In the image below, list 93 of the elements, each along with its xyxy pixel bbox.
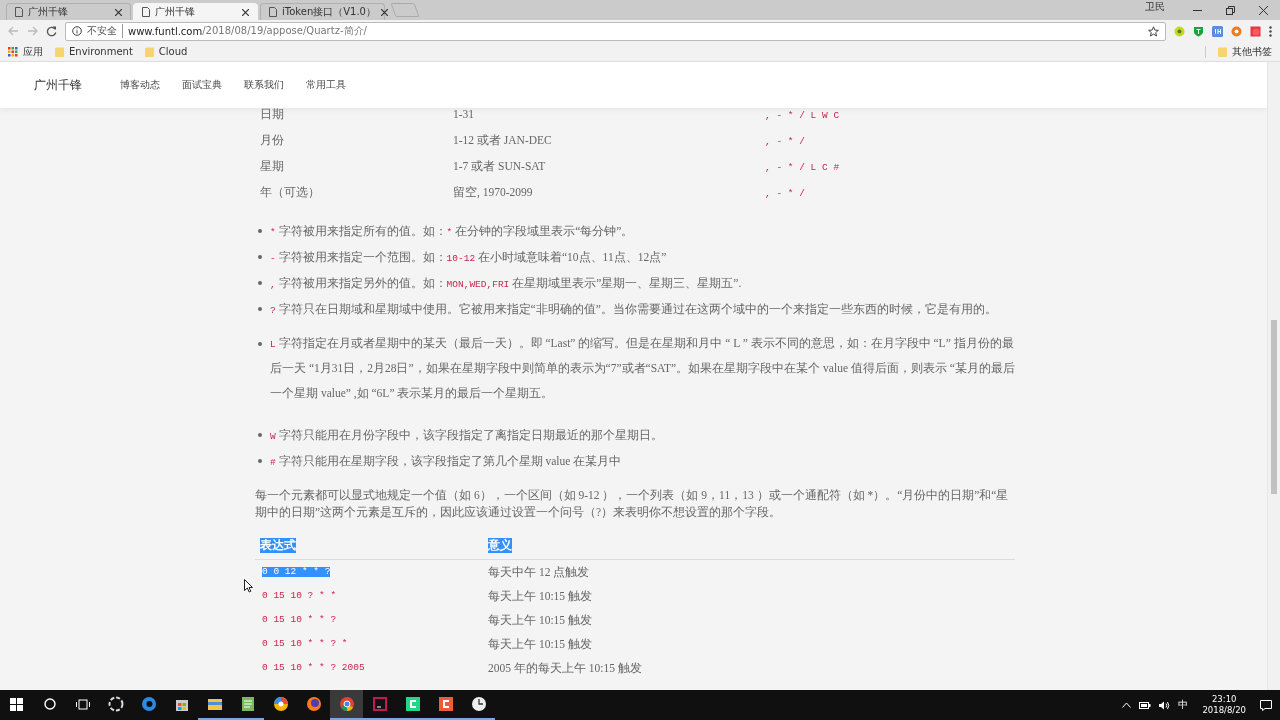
column-header: 表达式	[260, 537, 296, 553]
shield-icon[interactable]	[1193, 25, 1204, 37]
bookmark[interactable]: 应用	[8, 44, 43, 59]
table-cell: 每天上午 10:15 触发	[488, 612, 592, 628]
security-label: 不安全	[87, 24, 123, 38]
table-cell-text: 星期	[260, 158, 285, 174]
table-cell-text: 日期	[260, 106, 285, 122]
windows-logo-icon	[10, 697, 23, 711]
battery-icon[interactable]	[1139, 700, 1152, 710]
volume-icon[interactable]	[1159, 700, 1171, 710]
page-icon	[15, 7, 23, 17]
input-method-indicator[interactable]: 中	[1178, 698, 1189, 712]
clock-icon	[470, 696, 487, 712]
info-icon	[72, 26, 82, 36]
reload-icon[interactable]	[46, 25, 57, 37]
scrollbar-thumb[interactable]	[1271, 320, 1277, 494]
folder-icon	[206, 696, 223, 712]
c-letter-icon	[404, 696, 421, 712]
task-view-icon	[75, 698, 90, 710]
table-cell: 每天中午 12 点触发	[488, 564, 590, 580]
paragraph: 每一个元素都可以显式地规定一个值（如 6），一个区间（如 9-12 ），一个列表（如 9，11，13 ）或一个通配符（如 *）。“月份中的日期”和“星期中的日期”这两个元素是互斥的，因此应该通过设置一个问号（?）来表明你不想设置的那个字段。	[255, 488, 1010, 520]
table-cell-text: 1-12 或者 JAN-DEC	[453, 132, 553, 148]
extension-icon[interactable]	[1231, 25, 1242, 37]
close-icon[interactable]	[242, 8, 249, 16]
color-wheel-icon	[272, 696, 289, 712]
extension-icon[interactable]	[1250, 25, 1261, 37]
restore-icon[interactable]	[1226, 5, 1235, 15]
notification-icon[interactable]	[1260, 699, 1272, 711]
table-cell: 0 15 10 * * ? *	[262, 639, 348, 649]
table-cell: 2005 年的每天上午 10:15 触发	[488, 660, 642, 676]
close-icon[interactable]	[115, 8, 122, 16]
extension-icon[interactable]	[1174, 25, 1185, 37]
table-cell: , - * /	[765, 135, 805, 147]
table-cell-text: 1-7 或者 SUN-SAT	[453, 158, 547, 174]
close-icon[interactable]	[1259, 5, 1268, 15]
url-path: /2018/08/19/appose/Quartz-简介/	[202, 24, 367, 38]
nav-link[interactable]: 面试宝典	[182, 78, 222, 92]
browser-tab[interactable]: 广州千锋	[133, 3, 258, 20]
table-cell: 0 0 12 * * ?	[262, 567, 331, 577]
bullet-dot	[258, 342, 262, 346]
table-cell: , - * / L C #	[765, 161, 840, 173]
profile-name[interactable]: 卫民	[1145, 0, 1181, 20]
address-bar[interactable]: 不安全 www.funtl.com/2018/08/19/appose/Quartz-简介/	[65, 21, 1166, 41]
nav-link[interactable]: 博客动态	[120, 78, 160, 92]
bullet-text: * 字符被用来指定所有的值。如：* 在分钟的字段域里表示“每分钟”。	[270, 224, 634, 240]
page-icon	[269, 7, 277, 17]
bullet-text: ? 字符只在日期域和星期域中使用。它被用来指定“非明确的值”。当你需要通过在这两个域中的一个来指定一些东西的时候，它是有用的。	[270, 302, 997, 318]
url-host: www.funtl.com	[128, 25, 203, 37]
table-cell: , - * / L W C	[765, 109, 840, 121]
column-header: 意义	[488, 537, 512, 553]
close-icon[interactable]	[381, 8, 388, 16]
table-cell: 0 15 10 ? * *	[262, 591, 337, 601]
clock[interactable]: 23:10 2018/8/20	[1202, 694, 1246, 716]
chevron-up-icon[interactable]	[1122, 702, 1132, 708]
table-cell-text: 年（可选）	[260, 184, 321, 200]
bullet-text: L 字符指定在月或者星期中的某天（最后一天）。即 “Last” 的缩写。但是在星期和月中 “ L ” 表示不同的意思，如：在月字段中 “L” 指月份的最后一天 “1月31日，2月28日”，如果在星期字段中则简单的表示为“7”或者“SAT”。如果在星期字段中在某个 value 值得后面，则表示 “某月的最后一个星期 value” ,如 “6L” 表示某月的最后一个星期五。	[270, 336, 1015, 401]
table-cell: 每天上午 10:15 触发	[488, 636, 592, 652]
table-cell: 0 15 10 * * ? 2005	[262, 663, 365, 673]
table-cell: , - * /	[765, 187, 805, 199]
bullet-dot	[258, 433, 262, 437]
table-cell-text: 月份	[260, 132, 285, 148]
table-cell: 0 15 10 * * ?	[262, 615, 337, 625]
page-icon	[142, 7, 150, 17]
bullet-dot	[258, 307, 262, 311]
folder-icon	[1218, 46, 1227, 57]
bookmark[interactable]: Cloud	[144, 46, 188, 57]
browser-icon	[140, 696, 157, 712]
menu-icon[interactable]	[1269, 25, 1272, 37]
bullet-dot	[258, 255, 262, 259]
notepad-icon	[239, 696, 256, 712]
folder-icon	[144, 46, 154, 57]
other-bookmarks[interactable]: 其他书签	[1218, 44, 1272, 59]
bullet-text: # 字符只能用在星期字段，该字段指定了第几个星期 value 在某月中	[270, 454, 622, 470]
extension-icon[interactable]	[1212, 25, 1223, 37]
apps-grid-icon	[8, 46, 18, 57]
nav-link[interactable]: 联系我们	[244, 78, 284, 92]
taskbar-app[interactable]	[330, 690, 363, 720]
search-icon	[43, 698, 56, 710]
table-cell-text: 1-31	[453, 108, 476, 120]
table-cell: 每天上午 10:15 触发	[488, 588, 592, 604]
bookmark[interactable]: Environment	[55, 46, 133, 57]
site-brand[interactable]: 广州千锋	[34, 76, 82, 94]
folder-icon	[55, 46, 64, 57]
star-icon[interactable]	[1148, 25, 1159, 37]
bullet-dot	[258, 229, 262, 233]
bullet-dot	[258, 459, 262, 463]
mouse-cursor-icon	[244, 579, 253, 593]
bullet-text: W 字符只能用在月份字段中，该字段指定了离指定日期最近的那个星期日。	[270, 428, 663, 444]
table-cell-text: 留空, 1970-2099	[453, 184, 534, 200]
browser-icon	[338, 696, 355, 712]
nav-link[interactable]: 常用工具	[306, 78, 346, 92]
c-letter-icon	[437, 696, 454, 712]
bullet-dot	[258, 281, 262, 285]
